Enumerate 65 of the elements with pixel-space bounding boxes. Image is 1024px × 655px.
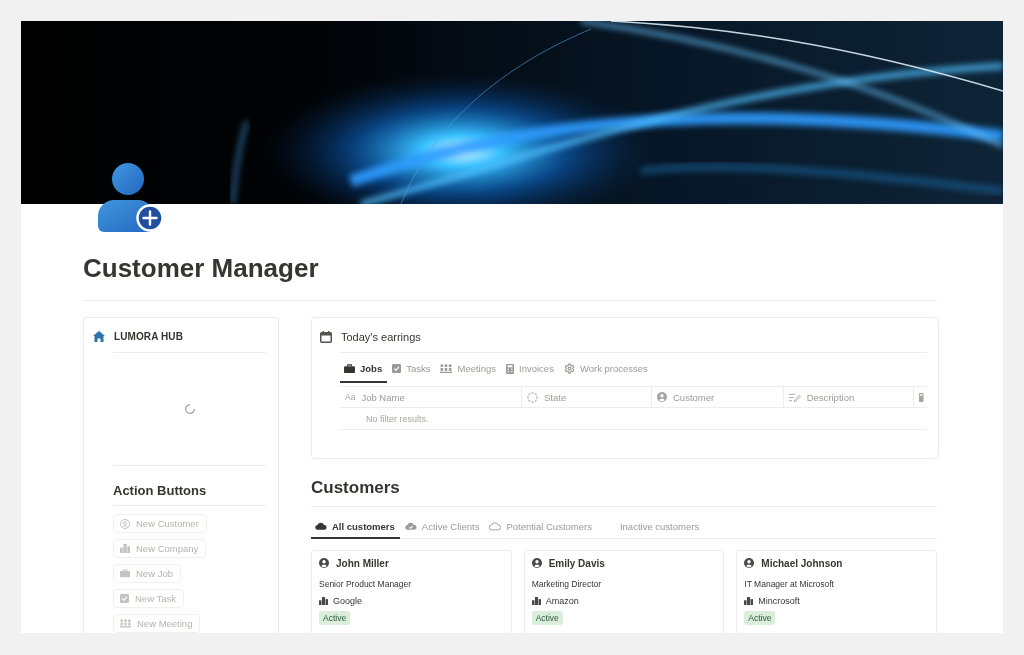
user-add-icon	[98, 162, 164, 232]
company-name: Amazon	[545, 596, 579, 606]
text-edit-icon	[789, 392, 801, 402]
company-name: Google	[333, 596, 363, 606]
job-title: Marketing Director	[531, 578, 602, 590]
card-title: Today's earrings	[341, 331, 421, 343]
view-tab[interactable]: Work processes	[559, 353, 653, 383]
hub-title: LUMORA HUB	[114, 330, 183, 342]
calendar-icon	[320, 331, 332, 343]
customer-name: Michael Johnson	[761, 557, 843, 569]
section-heading: Customers	[311, 478, 400, 498]
customer-card[interactable]: Emily Davis Marketing Director Amazon Active	[523, 550, 725, 633]
cloud-icon	[489, 522, 502, 531]
status-tag: Active	[531, 611, 563, 625]
section-heading: Action Buttons	[113, 483, 207, 499]
person-icon	[744, 558, 755, 568]
calculator-icon	[506, 363, 515, 374]
building-icon	[744, 596, 754, 606]
person-icon	[531, 558, 542, 568]
building-icon	[120, 543, 130, 554]
view-tab[interactable]: Potential Customers	[485, 513, 597, 539]
checkbox-icon	[392, 364, 402, 373]
home-icon	[93, 330, 105, 342]
customer-name: John Miller	[336, 557, 389, 569]
action-button[interactable]: New Meeting	[113, 614, 201, 633]
building-icon	[531, 596, 541, 606]
column-header[interactable]: Aa Job Name	[340, 387, 522, 407]
action-button[interactable]: New Company	[113, 539, 207, 558]
building-icon	[319, 596, 328, 606]
job-title: Senior Product Manager	[319, 578, 412, 590]
action-button[interactable]: New Job	[113, 564, 181, 583]
view-tab[interactable]: All customers	[311, 513, 400, 539]
action-button[interactable]: New Task	[113, 589, 184, 608]
empty-message: No filter results.	[366, 413, 429, 424]
briefcase-icon	[120, 569, 130, 578]
column-header[interactable]: Customer	[652, 387, 784, 407]
checkbox-icon	[120, 594, 129, 603]
person-icon	[319, 558, 329, 568]
cloud-check-icon	[404, 522, 417, 531]
status-icon	[527, 391, 538, 403]
view-tab[interactable]: Inactive customers	[597, 513, 705, 539]
company-name: Mincrosoft	[758, 596, 800, 606]
view-tab[interactable]: Jobs	[340, 353, 388, 383]
settings-icon	[563, 363, 575, 374]
people-icon	[440, 363, 453, 374]
cloud-icon	[315, 522, 327, 531]
view-tab[interactable]: Active Clients	[400, 513, 485, 539]
column-header[interactable]: Description	[784, 387, 914, 407]
customer-name: Emily Davis	[548, 557, 605, 569]
action-button[interactable]: New Customer	[113, 514, 207, 533]
view-tab[interactable]: Invoices	[502, 353, 559, 383]
status-tag: Active	[319, 611, 351, 625]
people-icon	[120, 619, 131, 628]
status-tag: Active	[744, 611, 776, 625]
phone-icon	[919, 392, 924, 402]
column-header[interactable]: State	[522, 387, 652, 407]
customer-card[interactable]: Michael Johnson IT Manager at Microsoft Mincrosoft Active	[736, 550, 937, 633]
briefcase-icon	[344, 363, 355, 374]
view-tab[interactable]: Tasks	[388, 353, 436, 383]
view-tab[interactable]: Meetings	[436, 353, 502, 383]
person-icon	[657, 392, 667, 402]
job-title: IT Manager at Microsoft	[744, 578, 834, 590]
person-icon	[120, 518, 130, 529]
customer-card[interactable]: John Miller Senior Product Manager Google Active	[311, 550, 512, 633]
page-title: Customer Manager	[83, 252, 319, 284]
